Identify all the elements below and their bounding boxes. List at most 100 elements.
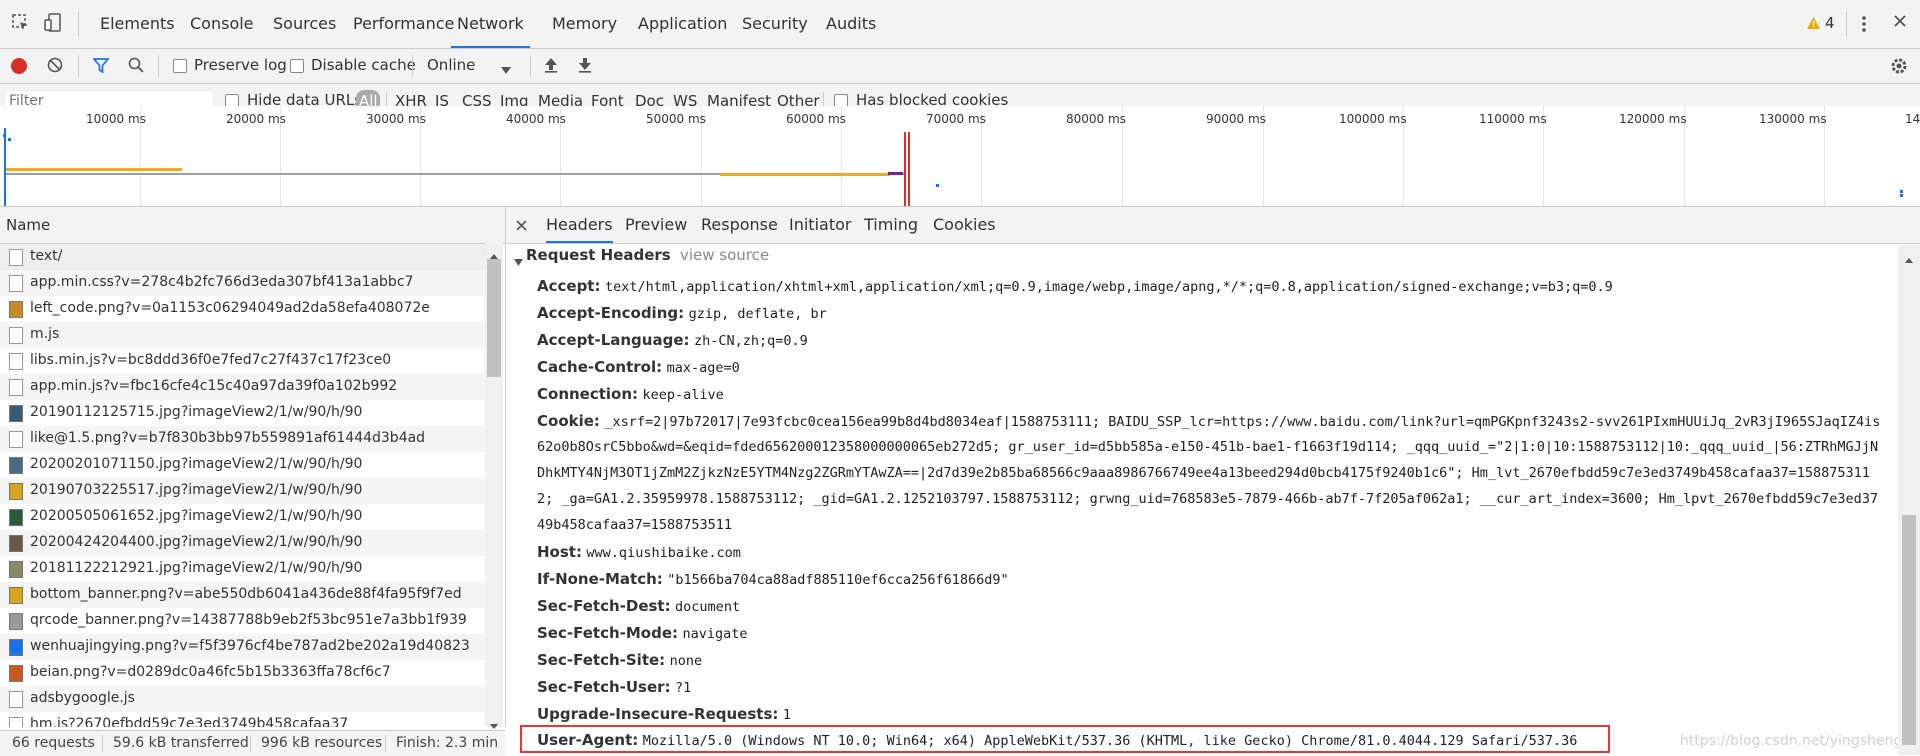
more-menu-icon[interactable]: [1862, 15, 1866, 33]
tab-memory[interactable]: Memory: [552, 0, 617, 48]
status-bar: 66 requests 59.6 kB transferred 996 kB r…: [0, 730, 505, 756]
request-row[interactable]: 20200505061652.jpg?imageView2/1/w/90/h/9…: [0, 504, 485, 530]
request-row[interactable]: left_code.png?v=0a1153c06294049ad2da58ef…: [0, 296, 485, 322]
clear-icon[interactable]: [47, 57, 63, 73]
request-row[interactable]: 20200201071150.jpg?imageView2/1/w/90/h/9…: [0, 452, 485, 478]
request-row[interactable]: app.min.js?v=fbc16cfe4c15c40a97da39f0a10…: [0, 374, 485, 400]
request-row[interactable]: qrcode_banner.png?v=14387788b9eb2f53bc95…: [0, 608, 485, 634]
request-row[interactable]: beian.png?v=d0289dc0a46fc5b15b3363ffa78c…: [0, 660, 485, 686]
resources-size: 996 kB resources: [261, 735, 383, 751]
header-accept-language: Accept-Language: zh-CN,zh;q=0.9: [537, 331, 808, 349]
timeline-overview[interactable]: 10000 ms 20000 ms 30000 ms 40000 ms 5000…: [0, 106, 1920, 207]
preserve-log-checkbox[interactable]: [173, 59, 187, 73]
request-name: text/: [30, 248, 63, 264]
triangle-down-icon[interactable]: [514, 254, 523, 270]
header-user-agent: User-Agent: Mozilla/5.0 (Windows NT 10.0…: [537, 731, 1577, 749]
requests-column-header[interactable]: Name: [0, 207, 505, 244]
request-row[interactable]: like@1.5.png?v=b7f830b3bb97b559891af6144…: [0, 426, 485, 452]
image-file-icon: [9, 613, 23, 630]
search-icon[interactable]: [128, 57, 144, 73]
tab-application[interactable]: Application: [638, 0, 727, 48]
header-key: Cache-Control:: [537, 358, 663, 376]
chevron-down-icon[interactable]: [501, 62, 511, 74]
file-icon: [9, 353, 23, 370]
requests-scrollbar[interactable]: [485, 243, 503, 729]
header-sec-fetch-site: Sec-Fetch-Site: none: [537, 651, 702, 669]
tab-network[interactable]: Network: [451, 0, 530, 48]
tab-preview[interactable]: Preview: [625, 207, 687, 243]
close-details-icon[interactable]: [516, 219, 527, 231]
warning-count[interactable]: 4: [1825, 14, 1835, 32]
image-file-icon: [9, 483, 23, 500]
close-devtools-icon[interactable]: [1893, 14, 1907, 28]
tab-timing[interactable]: Timing: [864, 207, 918, 243]
request-name: beian.png?v=d0289dc0a46fc5b15b3363ffa78c…: [30, 664, 391, 680]
header-upgrade-insecure-requests: Upgrade-Insecure-Requests: 1: [537, 705, 791, 723]
request-row[interactable]: bottom_banner.png?v=abe550db6041a436de88…: [0, 582, 485, 608]
request-name: bottom_banner.png?v=abe550db6041a436de88…: [30, 586, 462, 602]
tab-cookies[interactable]: Cookies: [933, 207, 996, 243]
disable-cache-checkbox[interactable]: [290, 59, 304, 73]
header-value: zh-CN,zh;q=0.9: [693, 333, 808, 349]
tab-security[interactable]: Security: [742, 0, 808, 48]
cookie-line: 49b458cafaa37=1588753511: [537, 517, 733, 533]
tab-response[interactable]: Response: [701, 207, 778, 243]
header-value: document: [675, 599, 741, 615]
header-accept: Accept: text/html,application/xhtml+xml,…: [537, 277, 1613, 295]
timeline-bars: [3, 128, 1903, 206]
devtools-tabbar: Elements Console Sources Performance Net…: [0, 0, 1920, 49]
throttling-select[interactable]: Online: [427, 56, 475, 74]
cookie-line: DhkMTY4NjM3OT1jZmM2ZjkzNzE5YTM4Nzg2ZGRmY…: [537, 465, 1870, 481]
header-cache-control: Cache-Control: max-age=0: [537, 358, 740, 376]
header-key: If-None-Match:: [537, 570, 663, 588]
record-icon[interactable]: [11, 58, 27, 74]
header-key: Sec-Fetch-Dest:: [537, 597, 671, 615]
preserve-log-label[interactable]: Preserve log: [194, 56, 287, 74]
image-file-icon: [9, 561, 23, 578]
request-row[interactable]: m.js: [0, 322, 485, 348]
image-file-icon: [9, 639, 23, 656]
scrollbar-thumb[interactable]: [1902, 515, 1916, 745]
settings-gear-icon[interactable]: [1890, 57, 1908, 75]
request-row[interactable]: libs.min.js?v=bc8ddd36f0e7fed7c27f437c17…: [0, 348, 485, 374]
image-file-icon: [9, 405, 23, 422]
tab-initiator[interactable]: Initiator: [789, 207, 851, 243]
request-headers-title[interactable]: Request Headers: [526, 246, 671, 264]
request-row[interactable]: adsbygoogle.js: [0, 686, 485, 712]
request-row[interactable]: wenhuajingying.png?v=f5f3976cf4be787ad2b…: [0, 634, 485, 660]
tab-audits[interactable]: Audits: [826, 0, 876, 48]
export-har-icon[interactable]: [578, 57, 592, 73]
device-toolbar-icon[interactable]: [44, 13, 62, 33]
import-har-icon[interactable]: [544, 57, 558, 73]
disable-cache-label[interactable]: Disable cache: [311, 56, 416, 74]
request-row[interactable]: hm.js?2670efbdd59c7e3ed3749b458cafaa37: [0, 712, 485, 727]
request-name: libs.min.js?v=bc8ddd36f0e7fed7c27f437c17…: [30, 352, 392, 368]
inspect-element-icon[interactable]: [12, 14, 30, 32]
headers-content: Request Headers view source Accept: text…: [506, 244, 1898, 755]
request-row[interactable]: app.min.css?v=278c4b2fc766d3eda307bf413a…: [0, 270, 485, 296]
warning-icon[interactable]: [1806, 16, 1821, 30]
requests-panel: Name text/app.min.css?v=278c4b2fc766d3ed…: [0, 207, 506, 729]
request-row[interactable]: 20190703225517.jpg?imageView2/1/w/90/h/9…: [0, 478, 485, 504]
name-column-label[interactable]: Name: [6, 216, 50, 234]
request-name: 20200201071150.jpg?imageView2/1/w/90/h/9…: [30, 456, 363, 472]
request-row[interactable]: 20190112125715.jpg?imageView2/1/w/90/h/9…: [0, 400, 485, 426]
tab-sources[interactable]: Sources: [273, 0, 336, 48]
header-value: _xsrf=2|97b72017|7e93fcbc0cea156ea99b8d4…: [604, 414, 1881, 430]
chevron-up-icon[interactable]: [1905, 251, 1913, 267]
tab-console[interactable]: Console: [190, 0, 254, 48]
finish-time: Finish: 2.3 min: [396, 735, 499, 751]
image-file-icon: [9, 587, 23, 604]
tab-headers[interactable]: Headers: [546, 207, 613, 243]
details-scrollbar[interactable]: [1898, 245, 1920, 755]
tab-elements[interactable]: Elements: [100, 0, 175, 48]
request-row[interactable]: 20181122212921.jpg?imageView2/1/w/90/h/9…: [0, 556, 485, 582]
header-value: keep-alive: [642, 387, 724, 403]
cookie-line: 62o0b8OsrC5bbo&wd=&eqid=fded656200012358…: [537, 439, 1879, 455]
request-row[interactable]: text/: [0, 244, 485, 270]
request-row[interactable]: 20200424204400.jpg?imageView2/1/w/90/h/9…: [0, 530, 485, 556]
tab-performance[interactable]: Performance: [353, 0, 454, 48]
view-source-link[interactable]: view source: [680, 246, 769, 264]
scrollbar-thumb[interactable]: [487, 259, 501, 377]
filter-icon[interactable]: [92, 58, 110, 74]
